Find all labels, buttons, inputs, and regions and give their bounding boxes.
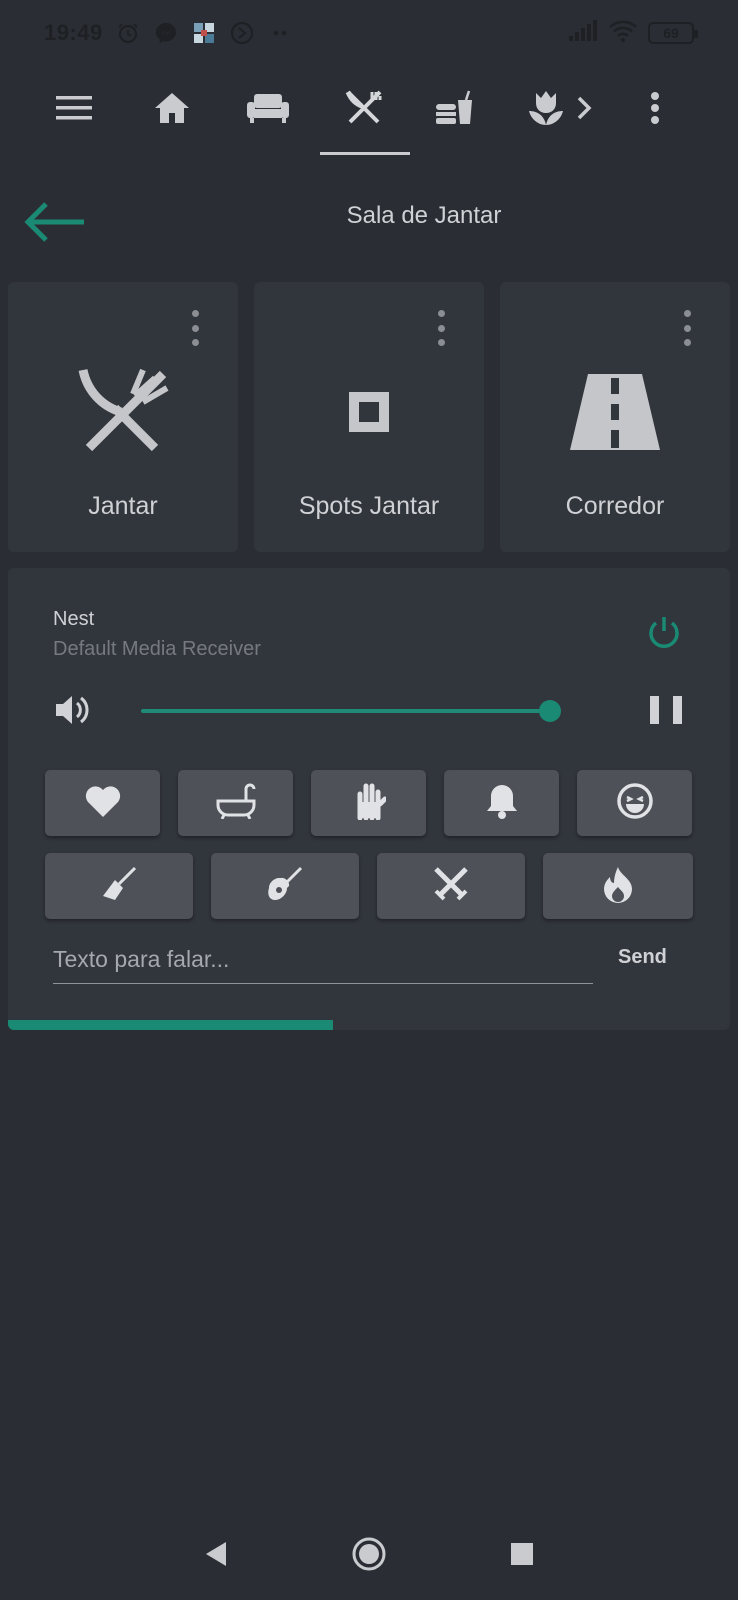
volume-slider[interactable] <box>141 696 561 726</box>
quick-button-broom[interactable] <box>45 853 193 919</box>
media-progress-bar <box>8 1020 333 1030</box>
swords-icon <box>432 865 470 908</box>
media-player-subtitle: Default Media Receiver <box>53 638 261 660</box>
quick-button-bathtub[interactable] <box>178 770 293 836</box>
chevron-right-icon[interactable] <box>568 84 600 132</box>
messenger-icon <box>153 20 179 46</box>
back-nav-icon[interactable] <box>196 1534 236 1574</box>
hand-icon <box>352 782 387 825</box>
home-icon[interactable] <box>148 84 196 132</box>
quick-button-heart[interactable] <box>45 770 160 836</box>
fire-icon <box>602 865 634 908</box>
square-outline-icon <box>254 362 484 462</box>
card-more-icon[interactable] <box>680 308 694 348</box>
heart-icon <box>84 784 122 823</box>
quick-button-hand[interactable] <box>311 770 426 836</box>
more-vertical-icon[interactable] <box>640 84 670 132</box>
quick-button-smile[interactable] <box>577 770 692 836</box>
silverware-icon[interactable] <box>340 84 388 132</box>
road-icon <box>500 362 730 462</box>
card-label: Jantar <box>88 492 158 520</box>
silverware-icon <box>8 362 238 462</box>
tts-input[interactable] <box>53 936 593 984</box>
bathtub-icon <box>216 783 256 824</box>
flower-icon[interactable] <box>522 84 570 132</box>
active-tab-indicator <box>320 152 410 155</box>
quick-button-swords[interactable] <box>377 853 525 919</box>
tab-bar <box>0 70 738 160</box>
card-label: Corredor <box>565 492 665 520</box>
entity-card-spots-jantar[interactable]: Spots Jantar <box>254 282 484 552</box>
page-title: Sala de Jantar <box>346 202 502 229</box>
entity-card-corredor[interactable]: Corredor <box>500 282 730 552</box>
sofa-icon[interactable] <box>244 84 292 132</box>
power-icon[interactable] <box>646 614 686 654</box>
battery-indicator: 69 <box>648 22 698 44</box>
entity-card-jantar[interactable]: Jantar <box>8 282 238 552</box>
quick-button-fire[interactable] <box>543 853 693 919</box>
sync-icon <box>229 20 255 46</box>
status-bar: 19:49 69 <box>0 0 738 66</box>
wifi-icon <box>608 19 638 48</box>
card-more-icon[interactable] <box>188 308 202 348</box>
menu-icon[interactable] <box>50 84 98 132</box>
status-right: 69 <box>568 19 698 48</box>
media-player-card: Nest Default Media Receiver Send <box>8 568 730 1030</box>
quick-button-bell[interactable] <box>444 770 559 836</box>
send-button[interactable]: Send <box>618 946 667 969</box>
quick-button-guitar[interactable] <box>211 853 359 919</box>
broom-icon <box>101 866 137 907</box>
bell-icon <box>485 782 519 825</box>
volume-slider-track <box>141 709 550 713</box>
alarm-icon <box>115 20 141 46</box>
dots-icon <box>267 20 293 46</box>
pause-icon[interactable] <box>650 696 682 728</box>
volume-slider-thumb[interactable] <box>539 700 561 722</box>
status-time: 19:49 <box>44 20 103 45</box>
recents-nav-icon[interactable] <box>502 1534 542 1574</box>
card-label: Spots Jantar <box>298 492 440 520</box>
media-player-name: Nest <box>53 608 95 630</box>
status-left: 19:49 <box>44 20 293 46</box>
food-drink-icon[interactable] <box>430 84 478 132</box>
volume-icon[interactable] <box>54 692 94 732</box>
signal-icon <box>568 19 598 47</box>
guitar-icon <box>267 866 303 907</box>
card-more-icon[interactable] <box>434 308 448 348</box>
navigation-bar <box>0 1510 738 1600</box>
smile-icon <box>616 782 654 825</box>
app-icon <box>191 20 217 46</box>
home-nav-icon[interactable] <box>349 1534 389 1574</box>
